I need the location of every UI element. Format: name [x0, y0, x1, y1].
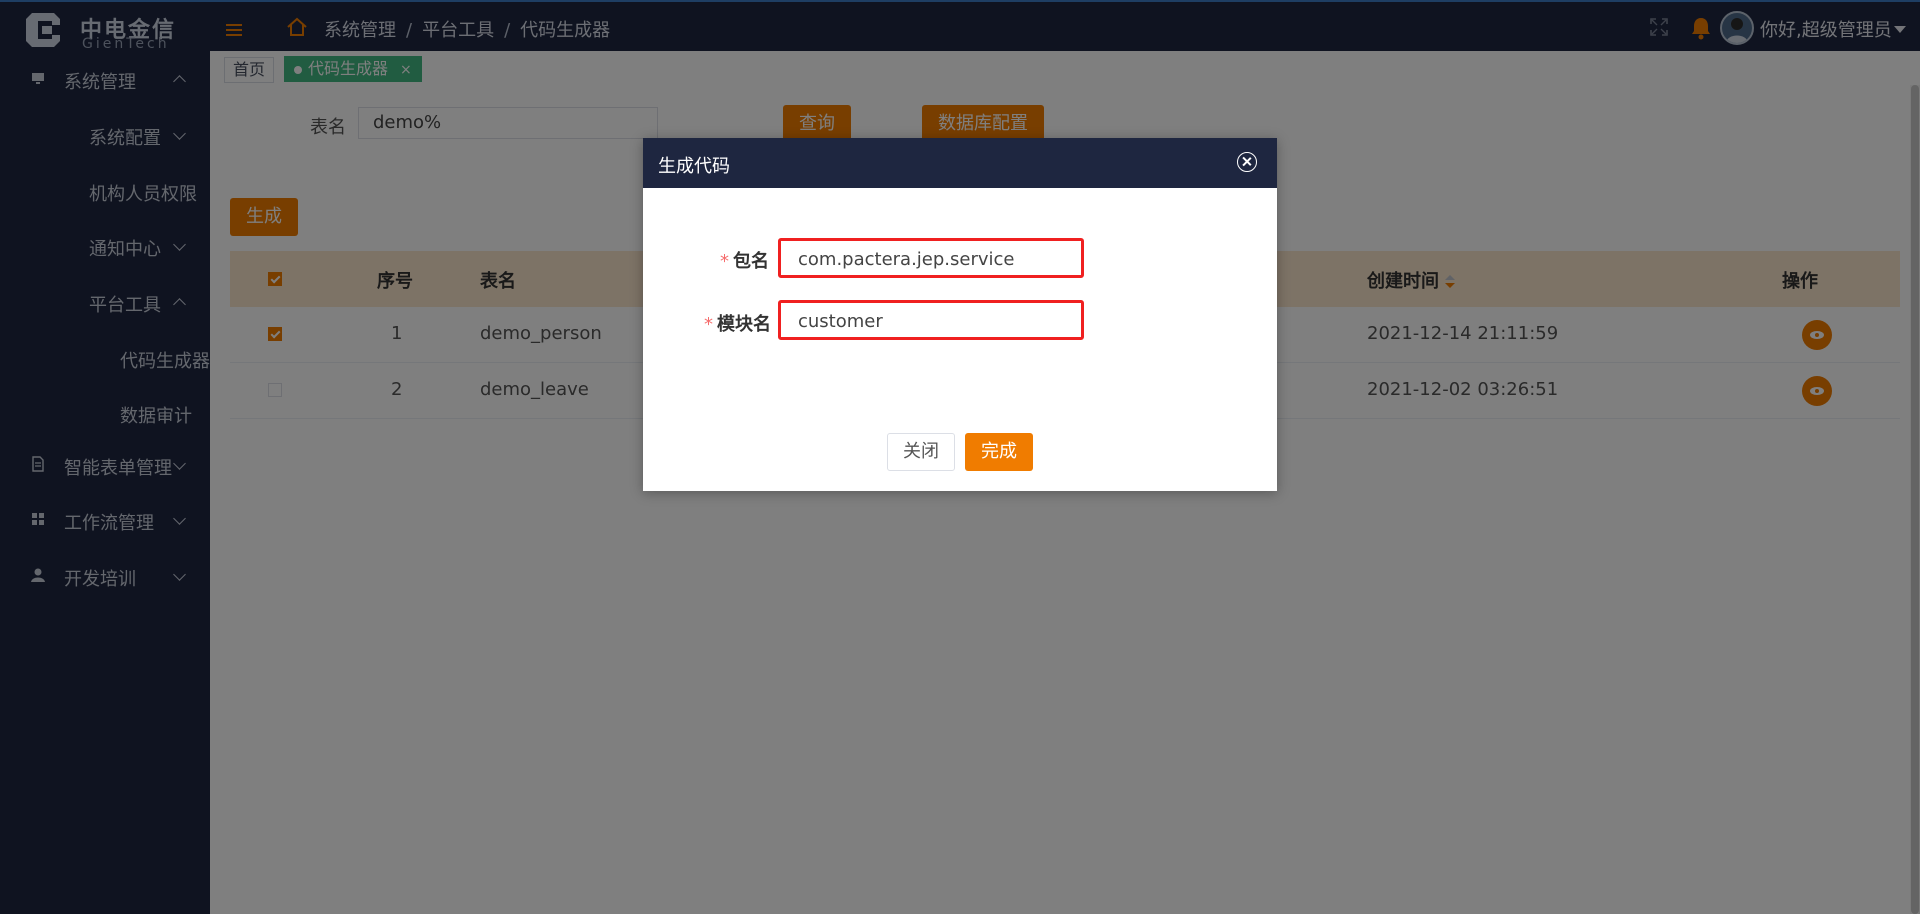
- dialog-header: 生成代码: [643, 138, 1277, 188]
- package-input-value: com.pactera.jep.service: [798, 249, 1015, 270]
- package-label: * 包名: [720, 251, 769, 272]
- module-input[interactable]: customer: [778, 300, 1084, 340]
- module-input-value: customer: [798, 311, 883, 332]
- done-button[interactable]: 完成: [965, 433, 1033, 471]
- close-icon[interactable]: [1237, 152, 1257, 172]
- close-button[interactable]: 关闭: [887, 433, 955, 471]
- package-input[interactable]: com.pactera.jep.service: [778, 238, 1084, 278]
- module-label: * 模块名: [704, 314, 771, 335]
- required-mark: *: [720, 251, 729, 272]
- required-mark: *: [704, 314, 713, 335]
- generate-code-dialog: 生成代码 * 包名 com.pactera.jep.service * 模块名 cu…: [643, 138, 1277, 491]
- dialog-title: 生成代码: [658, 156, 730, 177]
